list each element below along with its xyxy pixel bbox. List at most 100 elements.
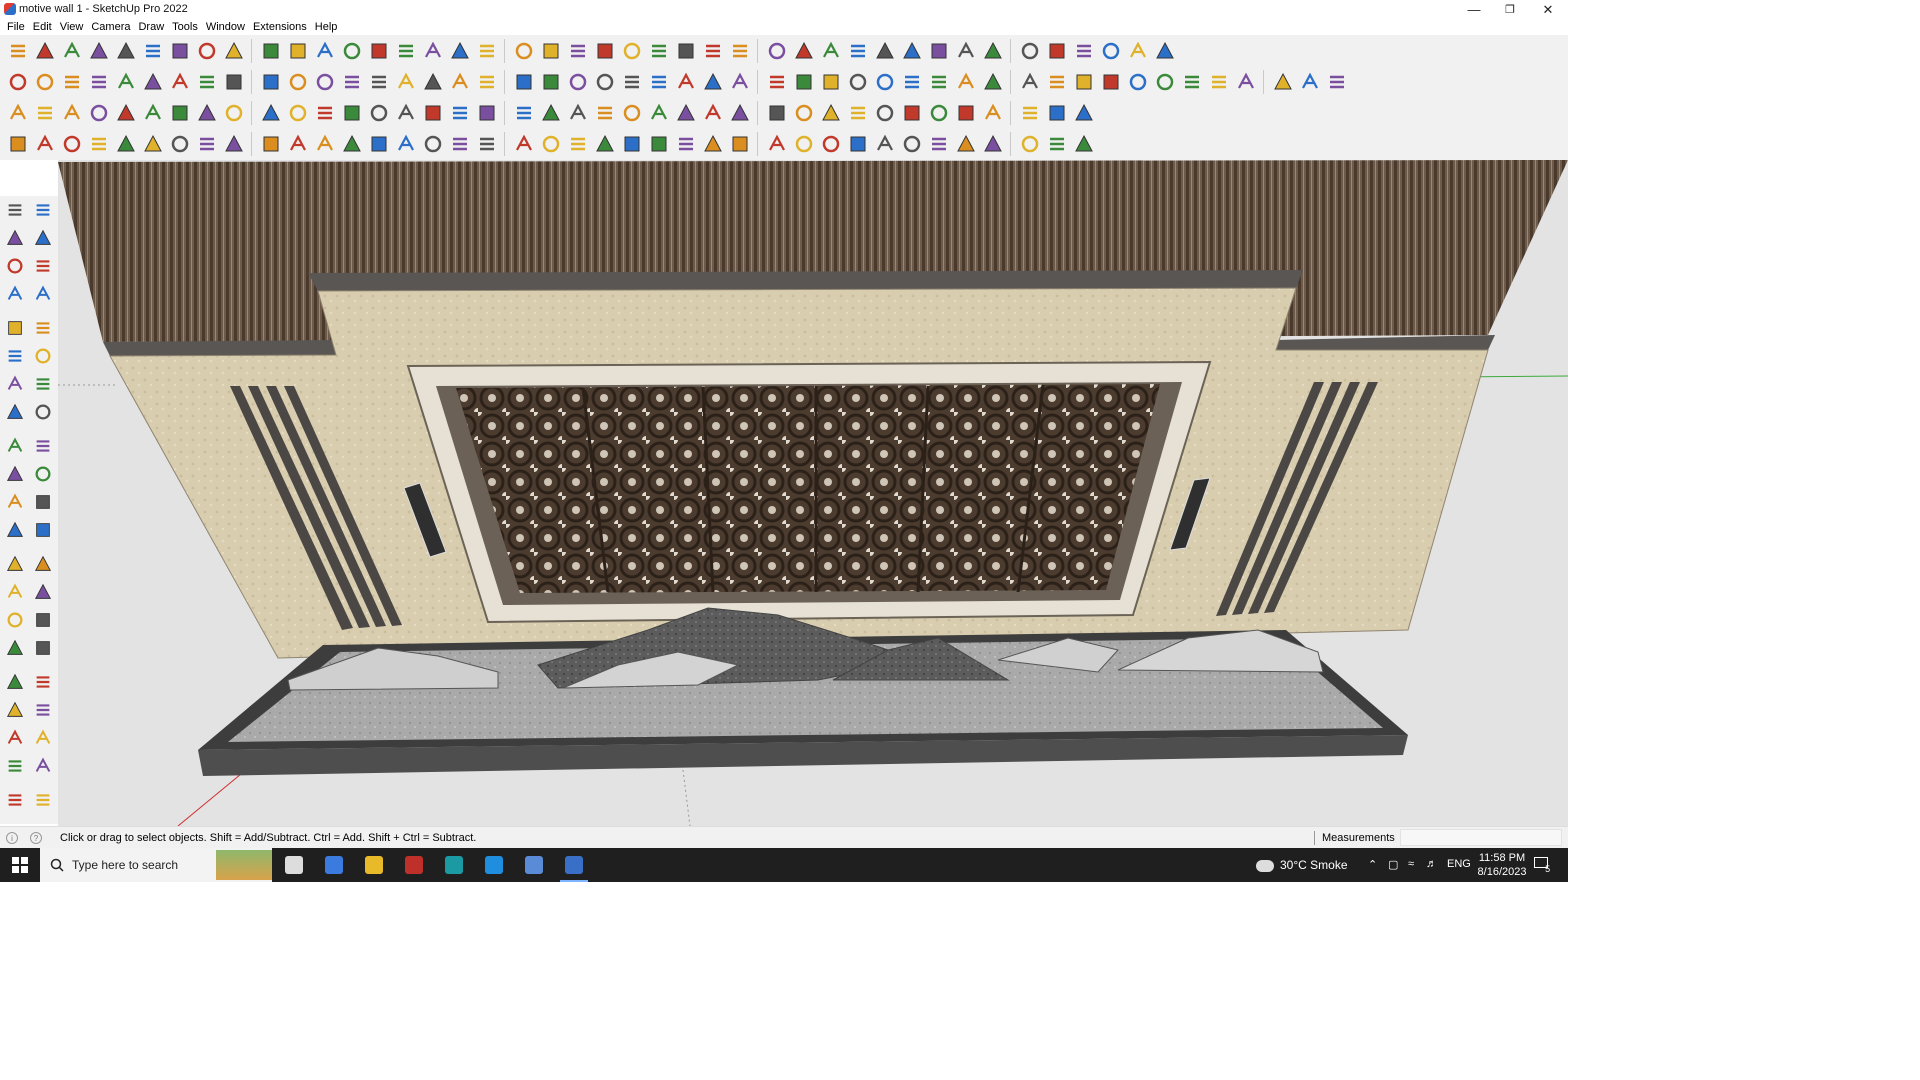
paint-bucket-icon[interactable]: [979, 37, 1006, 64]
line-icon[interactable]: [699, 37, 726, 64]
zoom-extents-icon[interactable]: [1, 668, 29, 696]
select-icon[interactable]: [645, 37, 672, 64]
style-icon[interactable]: [338, 68, 365, 95]
stair-icon[interactable]: [257, 130, 284, 157]
position-camera-icon[interactable]: [1, 696, 29, 724]
join-icon[interactable]: [817, 99, 844, 126]
join-icon[interactable]: [139, 99, 166, 126]
select-icon[interactable]: [31, 37, 58, 64]
cube-icon[interactable]: [898, 99, 925, 126]
window-icon[interactable]: [139, 130, 166, 157]
push-pull-icon[interactable]: [790, 37, 817, 64]
arc-icon[interactable]: [726, 37, 753, 64]
rotated-rectangle-icon[interactable]: [29, 314, 57, 342]
clock[interactable]: 11:58 PM 8/16/2023: [1476, 851, 1528, 879]
profile-icon[interactable]: [112, 130, 139, 157]
zoom-icon[interactable]: [618, 37, 645, 64]
weather-widget[interactable]: 30°C Smoke: [1256, 858, 1348, 872]
text-icon[interactable]: [29, 550, 57, 578]
window-icon[interactable]: [645, 130, 672, 157]
spline-icon[interactable]: [365, 130, 392, 157]
push-icon[interactable]: [85, 68, 112, 95]
tape-measure-icon[interactable]: [925, 37, 952, 64]
show-hidden-icons-icon[interactable]: ⌃: [1368, 858, 1377, 871]
zoom-icon[interactable]: [1, 634, 29, 662]
rectangle-icon[interactable]: [763, 37, 790, 64]
extrude-icon[interactable]: [112, 68, 139, 95]
pipe-icon[interactable]: [257, 68, 284, 95]
dimension-icon[interactable]: [1, 252, 29, 280]
section-plane-icon[interactable]: [510, 37, 537, 64]
cube-icon[interactable]: [4, 99, 31, 126]
menu-extensions[interactable]: Extensions: [249, 19, 311, 35]
flip-icon[interactable]: [925, 99, 952, 126]
grass-icon[interactable]: [166, 68, 193, 95]
move-icon[interactable]: [220, 37, 247, 64]
car-icon[interactable]: [58, 130, 85, 157]
profile-icon[interactable]: [446, 130, 473, 157]
material-icon[interactable]: [31, 68, 58, 95]
pipe-icon[interactable]: [537, 68, 564, 95]
zoom-window-icon[interactable]: [29, 634, 57, 662]
shape-icon[interactable]: [979, 68, 1006, 95]
zoom-icon[interactable]: [4, 37, 31, 64]
text-icon[interactable]: [952, 37, 979, 64]
three-point-arc-icon[interactable]: [1, 398, 29, 426]
extrude-icon[interactable]: [1232, 68, 1259, 95]
material-icon[interactable]: [871, 68, 898, 95]
pan-icon[interactable]: [1043, 37, 1070, 64]
window-icon[interactable]: [817, 130, 844, 157]
grass-icon[interactable]: [1296, 68, 1323, 95]
menu-camera[interactable]: Camera: [87, 19, 134, 35]
shape-icon[interactable]: [699, 68, 726, 95]
layers-icon[interactable]: [1, 786, 29, 814]
scale-icon[interactable]: [1, 488, 29, 516]
scale-icon[interactable]: [898, 37, 925, 64]
acrobat-icon[interactable]: [394, 848, 434, 882]
dimension-icon[interactable]: [29, 516, 57, 544]
taskbar-search-box[interactable]: Type here to search: [40, 848, 272, 882]
paint-bucket-icon[interactable]: [1, 224, 29, 252]
scale-icon[interactable]: [284, 37, 311, 64]
measurements-input[interactable]: [1400, 829, 1562, 846]
window-icon[interactable]: [979, 130, 1006, 157]
rotate-icon[interactable]: [1, 460, 29, 488]
section-plane-icon[interactable]: [29, 724, 57, 752]
house-icon[interactable]: [763, 68, 790, 95]
car-icon[interactable]: [726, 130, 753, 157]
flip-icon[interactable]: [31, 99, 58, 126]
pipe-icon[interactable]: [817, 68, 844, 95]
orbit-icon[interactable]: [392, 37, 419, 64]
weld-icon[interactable]: [112, 99, 139, 126]
cube-icon[interactable]: [220, 99, 247, 126]
weld-icon[interactable]: [1016, 99, 1043, 126]
bezier-icon[interactable]: [645, 99, 672, 126]
follow-me-icon[interactable]: [193, 37, 220, 64]
component-icon[interactable]: [1124, 68, 1151, 95]
joint-push-pull-icon[interactable]: [618, 99, 645, 126]
text-icon[interactable]: [338, 37, 365, 64]
display-section-icon[interactable]: [29, 786, 57, 814]
joint-push-pull-icon[interactable]: [392, 99, 419, 126]
cube-icon[interactable]: [672, 99, 699, 126]
style-icon[interactable]: [1178, 68, 1205, 95]
house-icon[interactable]: [193, 68, 220, 95]
spline-icon[interactable]: [699, 130, 726, 157]
component-icon[interactable]: [4, 68, 31, 95]
layers-icon[interactable]: [537, 37, 564, 64]
profile-icon[interactable]: [952, 130, 979, 157]
push-icon[interactable]: [365, 68, 392, 95]
menu-file[interactable]: File: [3, 19, 29, 35]
pan-icon[interactable]: [29, 606, 57, 634]
style-icon[interactable]: [58, 68, 85, 95]
style-icon[interactable]: [618, 68, 645, 95]
arc-icon[interactable]: [1, 370, 29, 398]
push-icon[interactable]: [1205, 68, 1232, 95]
line-icon[interactable]: [85, 37, 112, 64]
grid-icon[interactable]: [537, 99, 564, 126]
offset-icon[interactable]: [29, 488, 57, 516]
menu-view[interactable]: View: [56, 19, 88, 35]
stair-icon[interactable]: [419, 130, 446, 157]
pan-icon[interactable]: [419, 37, 446, 64]
grass-icon[interactable]: [726, 68, 753, 95]
